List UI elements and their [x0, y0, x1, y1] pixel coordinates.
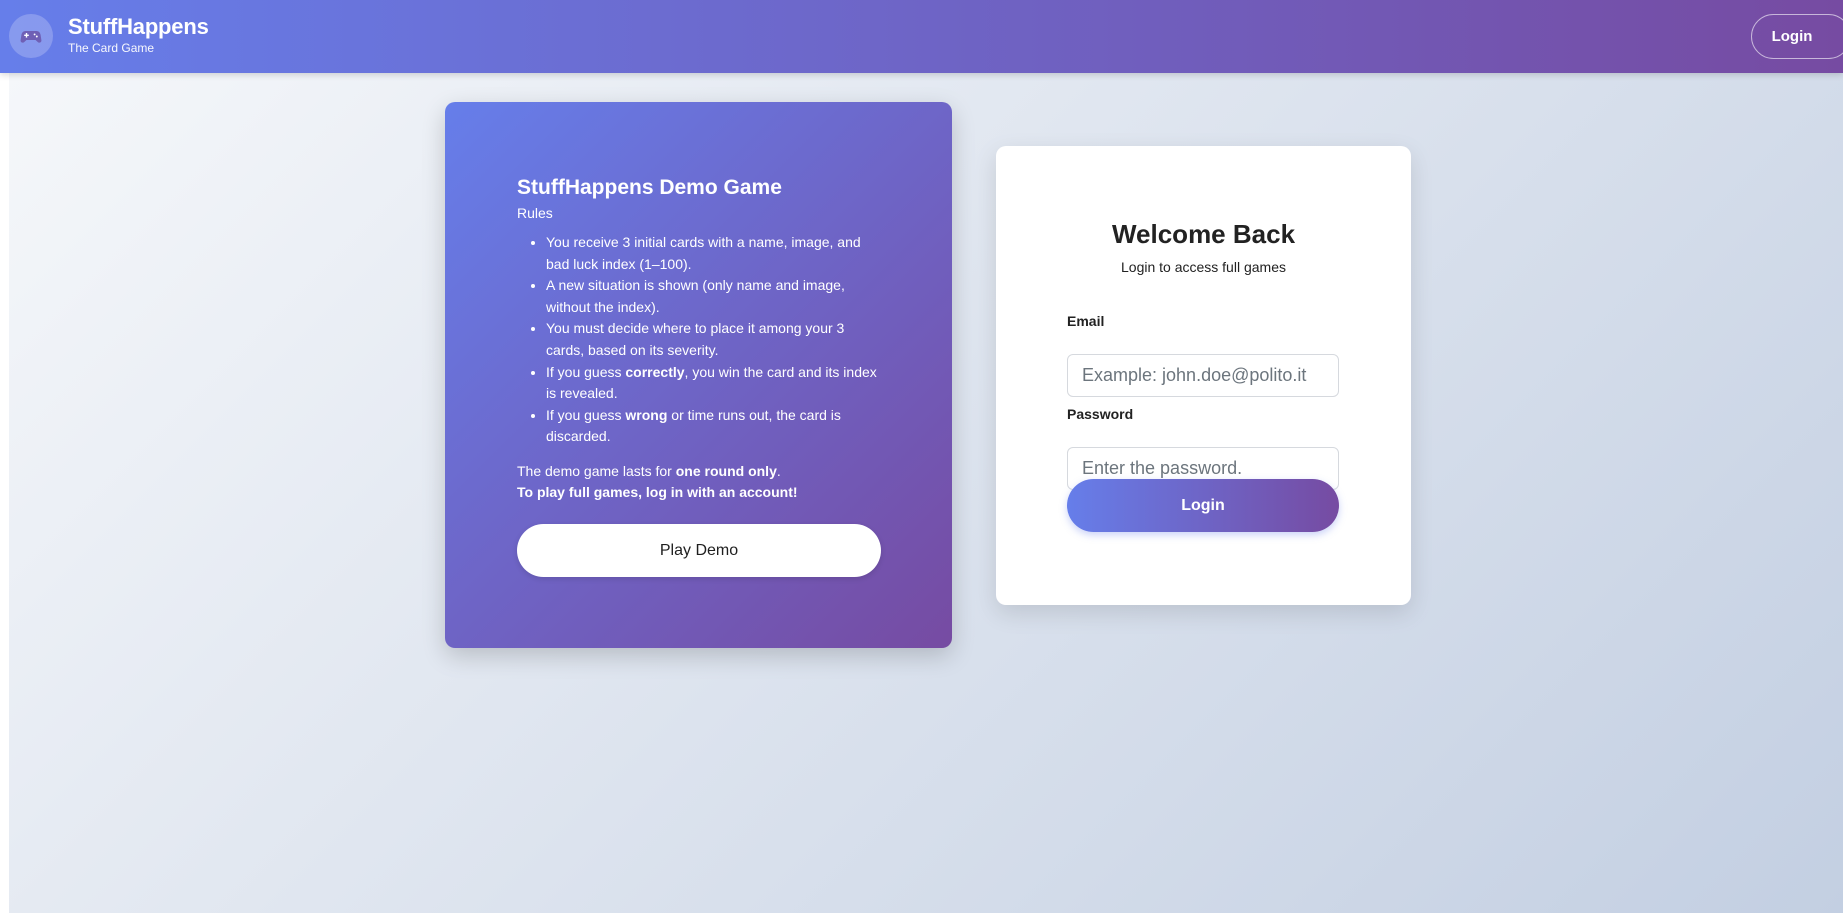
rule-text: A new situation is shown (only name and … — [546, 277, 845, 315]
email-field[interactable] — [1067, 354, 1339, 397]
rule-text: If you guess — [546, 363, 626, 380]
brand-title: StuffHappens — [68, 14, 209, 39]
password-label: Password — [1067, 406, 1134, 422]
navbar-login-button[interactable]: Login — [1751, 14, 1843, 59]
rule-item: If you guess correctly, you win the card… — [546, 362, 881, 405]
left-edge-strip — [0, 73, 9, 913]
rule-text: You must decide where to place it among … — [546, 320, 845, 358]
demo-duration-note: The demo game lasts for one round only. — [517, 461, 881, 482]
rules-heading: Rules — [517, 205, 553, 221]
login-prompt-note: To play full games, log in with an accou… — [517, 483, 798, 500]
rule-item: You receive 3 initial cards with a name,… — [546, 232, 881, 275]
rule-emphasis: wrong — [625, 406, 668, 423]
note-text: . — [776, 462, 781, 479]
rule-text: You receive 3 initial cards with a name,… — [546, 234, 861, 272]
gamepad-icon[interactable] — [9, 14, 53, 58]
note-text: The demo game lasts for — [517, 462, 676, 479]
rule-item: You must decide where to place it among … — [546, 318, 881, 361]
rule-text: If you guess — [546, 406, 626, 423]
demo-card: StuffHappens Demo Game Rules You receive… — [445, 102, 952, 648]
rules-list: You receive 3 initial cards with a name,… — [517, 232, 881, 448]
rule-item: A new situation is shown (only name and … — [546, 275, 881, 318]
rule-emphasis: correctly — [625, 363, 685, 380]
top-navbar: StuffHappens The Card Game Login — [0, 0, 1843, 73]
gamepad-icon-glyph — [20, 31, 42, 43]
email-label: Email — [1067, 313, 1105, 329]
login-submit-button[interactable]: Login — [1067, 479, 1339, 532]
demo-title: StuffHappens Demo Game — [517, 176, 782, 199]
brand[interactable]: StuffHappens The Card Game — [68, 14, 209, 56]
rule-item: If you guess wrong or time runs out, the… — [546, 405, 881, 448]
login-subtitle: Login to access full games — [1121, 259, 1286, 275]
login-card: Welcome Back Login to access full games … — [996, 146, 1411, 605]
brand-subtitle: The Card Game — [68, 41, 155, 55]
note-emphasis: one round only — [675, 462, 777, 479]
play-demo-button[interactable]: Play Demo — [517, 524, 881, 577]
login-title: Welcome Back — [1111, 219, 1296, 249]
demo-card-body: StuffHappens Demo Game Rules You receive… — [517, 174, 881, 503]
